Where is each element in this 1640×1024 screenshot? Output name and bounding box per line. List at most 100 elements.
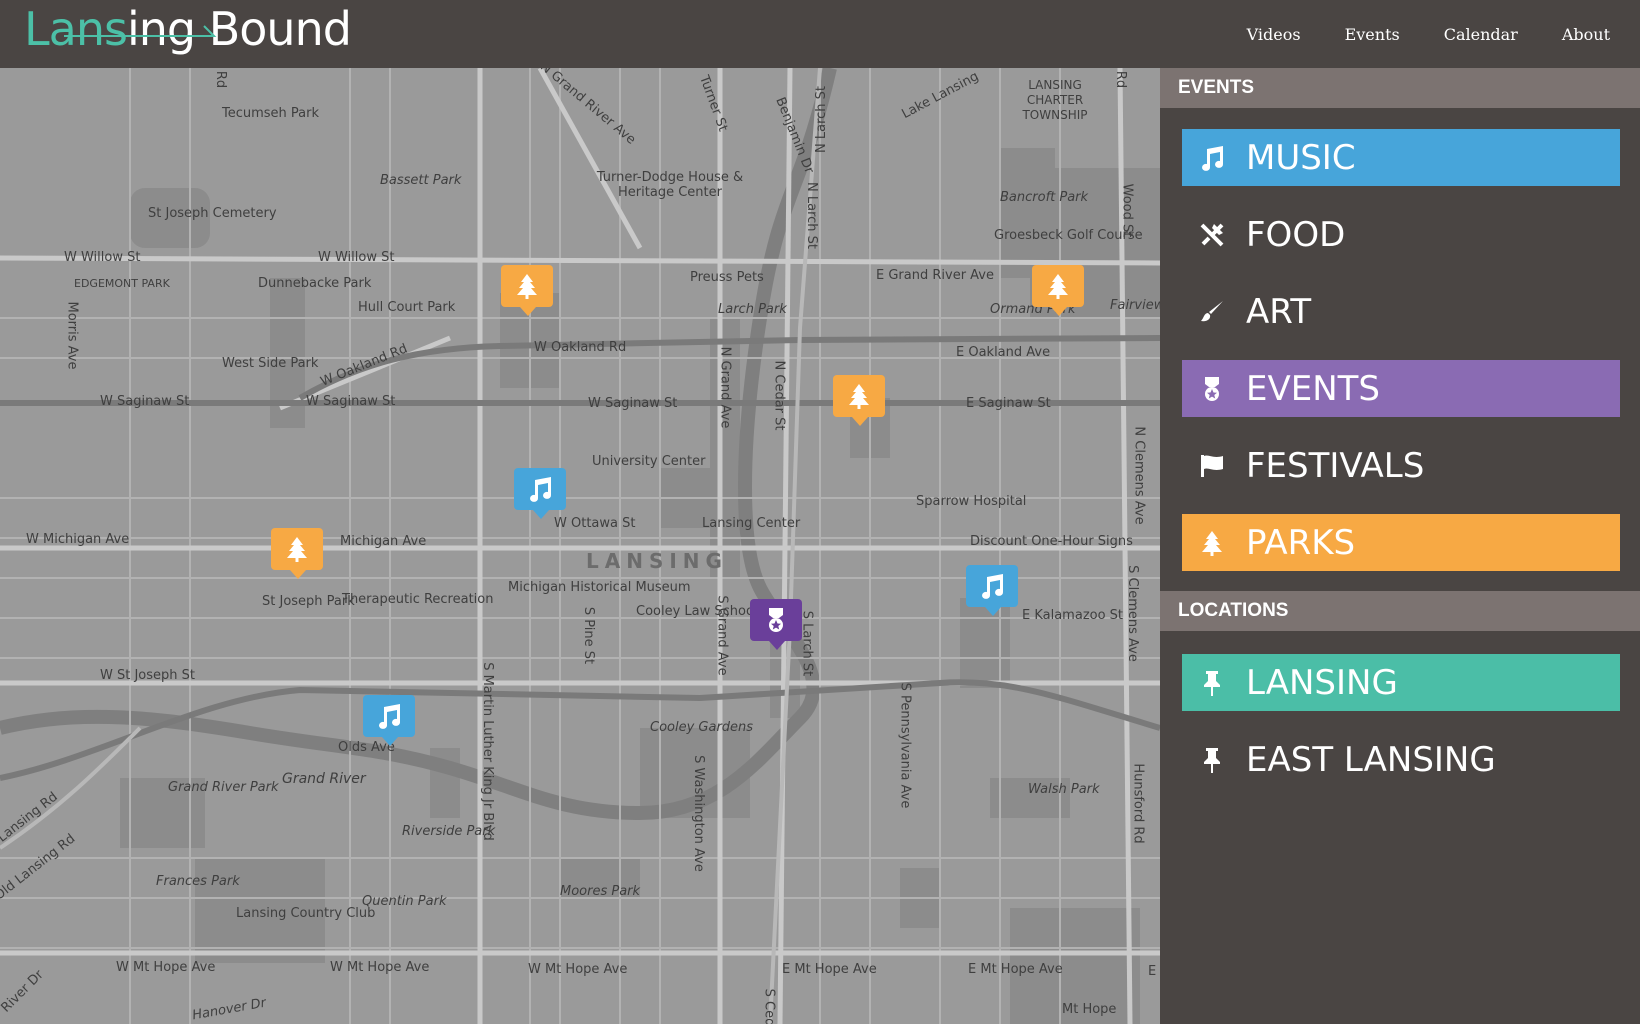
map-label: N Cedar St [771,360,787,431]
map-label: Wood St [1119,183,1135,238]
main-nav: Videos Events Calendar About [1247,0,1610,68]
map-label: Rd [1113,70,1129,89]
category-art[interactable]: ART [1182,283,1620,340]
map-label: N Grand Ave [717,346,733,429]
map-label: W Michigan Ave [26,532,130,547]
map-label: W Willow St [318,250,395,265]
music-marker[interactable] [966,565,1018,616]
map-label: Bassett Park [380,173,462,188]
map-label: W Mt Hope Ave [330,960,430,975]
music-marker[interactable] [514,468,566,519]
category-music[interactable]: MUSIC [1182,129,1620,186]
map-label: E Grand River Ave [876,268,994,283]
map-label: S Ced [761,988,777,1024]
nav-calendar[interactable]: Calendar [1444,25,1518,44]
map-label: EDGEMONT PARK [74,277,170,290]
location-lansing[interactable]: LANSING [1182,654,1620,711]
map-label: University Center [592,454,706,469]
map-label: West Side Park [222,356,319,371]
map-label: E Oakland Ave [956,345,1051,360]
map-label: Walsh Park [1028,782,1100,797]
category-festivals[interactable]: FESTIVALS [1182,437,1620,494]
music-note-icon [1196,142,1228,174]
map-label: St Joseph Park [262,594,355,609]
pushpin-icon [1196,744,1228,776]
map-canvas[interactable]: Tecumseh Park St Joseph Cemetery Bassett… [0,68,1160,1024]
map-label: Fairview Park [1110,298,1160,313]
location-east-lansing[interactable]: EAST LANSING [1182,731,1620,788]
brand-name-part: Bound [208,2,352,56]
category-events[interactable]: EVENTS [1182,360,1620,417]
category-label: FESTIVALS [1246,445,1425,486]
map-label: Sparrow Hospital [916,494,1027,509]
music-note-icon [530,477,552,502]
category-label: EVENTS [1246,368,1381,409]
map-label: W Mt Hope Ave [116,960,216,975]
brand-logo[interactable]: Lansing Bound [24,2,352,56]
nav-events[interactable]: Events [1345,25,1400,44]
map-label: Moores Park [560,884,641,899]
filter-panel: EVENTS MUSIC FOOD ART EVENTS FESTIVALS P… [1160,68,1640,1024]
map-label: W St Joseph St [100,668,195,683]
nav-about[interactable]: About [1562,25,1610,44]
category-label: PARKS [1246,522,1356,563]
park-marker[interactable] [271,528,323,579]
map-label: W Saginaw St [306,394,396,409]
map-label: Dunnebacke Park [258,276,372,291]
map-label: W Mt Hope Ave [528,962,628,977]
tree-icon [517,274,537,299]
map-label: Michigan Historical Museum [508,580,691,595]
map-label: Lansing Center [702,516,801,531]
category-label: ART [1246,291,1312,332]
map-label: Tecumseh Park [222,106,320,121]
music-marker[interactable] [363,695,415,746]
tree-icon [287,537,307,562]
category-food[interactable]: FOOD [1182,206,1620,263]
music-note-icon [379,704,401,729]
category-parks[interactable]: PARKS [1182,514,1620,571]
map-label: S Washington Ave [690,755,706,872]
map-label: Turner-Dodge House & Heritage Center [596,170,744,200]
events-section-header: EVENTS [1160,68,1640,108]
location-label: LANSING [1246,662,1398,703]
music-note-icon [982,574,1004,599]
map-label: Morris Ave [64,301,80,370]
pushpin-icon [1196,667,1228,699]
locations-section-header: LOCATIONS [1160,591,1640,631]
map-label: Grand River [282,771,366,787]
tree-icon [1048,274,1068,299]
event-marker[interactable] [750,599,802,650]
map-label: W Willow St [64,250,141,265]
map-city-label: LANSING [586,549,728,573]
tree-icon [1196,527,1228,559]
map-label: Grand River Park [168,780,279,795]
map-label: S Pennsylvania Ave [897,682,913,809]
map-label: S Grand Ave [714,595,730,676]
flag-icon [1196,450,1228,482]
map-label: Michigan Ave [340,534,427,549]
map-label: Discount One-Hour Signs [970,534,1133,549]
location-label: EAST LANSING [1246,739,1496,780]
map-label: E Kalamazoo St [1022,608,1124,623]
park-marker[interactable] [1032,265,1084,316]
map-label: Quentin Park [362,894,447,909]
map-label: W Saginaw St [100,394,190,409]
fork-knife-icon [1196,219,1228,251]
category-label: MUSIC [1246,137,1356,178]
map-label: Cooley Gardens [650,720,754,735]
map-label: Hull Court Park [358,300,456,315]
map-label: Bancroft Park [1000,190,1089,205]
map-label: N Clemens Ave [1131,426,1147,525]
map-label: E Saginaw St [966,396,1051,411]
park-marker[interactable] [501,265,553,316]
map-label: St Joseph Cemetery [148,206,277,221]
nav-videos[interactable]: Videos [1247,25,1301,44]
map-label: S Martin Luther King Jr Blvd [479,662,495,841]
map-label: Larch Park [718,302,787,317]
map-label: W Oakland Rd [534,340,627,355]
park-marker[interactable] [833,375,885,426]
map-label: Rd [213,70,229,89]
map-label: Lansing Country Club [236,906,376,921]
tree-icon [849,384,869,409]
category-label: FOOD [1246,214,1346,255]
